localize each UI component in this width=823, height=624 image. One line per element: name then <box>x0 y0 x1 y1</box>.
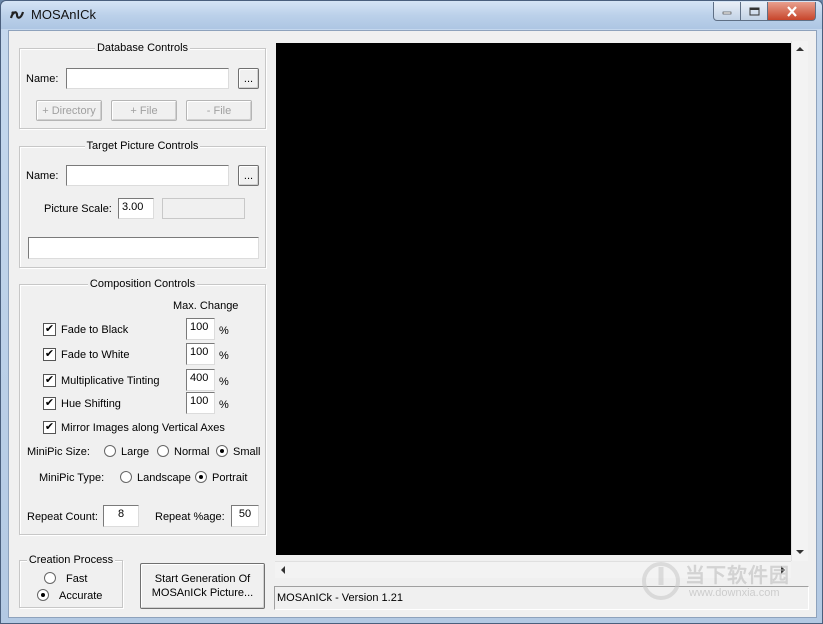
start-generation-line2: MOSAnICk Picture... <box>151 587 254 599</box>
start-generation-line1: Start Generation Of <box>154 573 251 585</box>
mirror-images-checkbox[interactable]: ✔ <box>43 421 56 434</box>
percent-sign: % <box>219 376 229 388</box>
fast-label: Fast <box>66 573 88 585</box>
hue-shifting-label: Hue Shifting <box>61 398 121 410</box>
multiplicative-tinting-checkbox[interactable]: ✔ <box>43 374 56 387</box>
fade-to-white-label: Fade to White <box>61 349 130 361</box>
composition-controls-group: Composition Controls Max. Change ✔ Fade … <box>19 278 266 535</box>
creation-process-group: Creation Process Fast Accurate <box>19 554 123 608</box>
percent-sign: % <box>219 325 229 337</box>
creation-process-title: Creation Process <box>26 554 116 566</box>
close-button[interactable] <box>768 2 816 21</box>
target-browse-button[interactable]: ... <box>238 165 259 186</box>
size-small-label: Small <box>233 446 261 458</box>
add-file-button[interactable]: + File <box>111 100 177 121</box>
maximize-icon <box>749 7 759 15</box>
mosaic-preview-canvas[interactable] <box>276 43 791 555</box>
minimize-icon <box>722 11 732 15</box>
picture-scale-label: Picture Scale: <box>44 203 112 215</box>
scroll-left-icon[interactable] <box>280 566 286 574</box>
title-bar[interactable]: MOSAnICk <box>1 1 822 29</box>
target-picture-controls-title: Target Picture Controls <box>84 140 201 152</box>
size-small-radio[interactable] <box>216 445 228 457</box>
hue-shifting-value[interactable]: 100 <box>186 392 215 414</box>
target-picture-controls-group: Target Picture Controls Name: ... Pictur… <box>19 140 266 268</box>
picture-scale-input[interactable]: 3.00 <box>118 198 154 219</box>
picture-scale-info-field <box>162 198 245 219</box>
composition-controls-title: Composition Controls <box>87 278 198 290</box>
accurate-label: Accurate <box>59 590 103 602</box>
database-controls-title: Database Controls <box>94 42 191 54</box>
vertical-scrollbar[interactable] <box>791 41 808 561</box>
target-info-field[interactable] <box>28 237 259 259</box>
close-icon <box>786 5 797 17</box>
multiplicative-tinting-value[interactable]: 400 <box>186 369 215 391</box>
multiplicative-tinting-label: Multiplicative Tinting <box>61 375 160 387</box>
database-controls-group: Database Controls Name: ... + Directory … <box>19 42 266 129</box>
size-normal-label: Normal <box>174 446 210 458</box>
size-large-label: Large <box>121 446 150 458</box>
repeat-count-label: Repeat Count: <box>27 511 98 523</box>
fade-to-black-value[interactable]: 100 <box>186 318 215 340</box>
repeat-count-input[interactable]: 8 <box>103 505 139 527</box>
mosaic-app-icon <box>9 11 25 19</box>
max-change-label: Max. Change <box>173 300 239 312</box>
status-bar: MOSAnICk - Version 1.21 <box>274 586 809 610</box>
accurate-radio[interactable] <box>37 589 49 601</box>
minipic-size-label: MiniPic Size: <box>27 446 90 458</box>
fast-radio[interactable] <box>44 572 56 584</box>
database-browse-button[interactable]: ... <box>238 68 259 89</box>
fade-to-black-label: Fade to Black <box>61 324 129 336</box>
repeat-percentage-input[interactable]: 50 <box>231 505 259 527</box>
repeat-percentage-label: Repeat %age: <box>155 511 225 523</box>
add-directory-button[interactable]: + Directory <box>36 100 102 121</box>
remove-file-button[interactable]: - File <box>186 100 252 121</box>
database-name-input[interactable] <box>66 68 229 89</box>
type-portrait-label: Portrait <box>212 472 248 484</box>
fade-to-white-checkbox[interactable]: ✔ <box>43 348 56 361</box>
fade-to-black-checkbox[interactable]: ✔ <box>43 323 56 336</box>
main-panel: Database Controls Name: ... + Directory … <box>8 30 817 618</box>
type-landscape-label: Landscape <box>137 472 191 484</box>
type-portrait-radio[interactable] <box>195 471 207 483</box>
scroll-right-icon[interactable] <box>780 566 786 574</box>
hue-shifting-checkbox[interactable]: ✔ <box>43 397 56 410</box>
app-window: MOSAnICk Database Controls Name: ... + D… <box>0 0 823 624</box>
database-name-label: Name: <box>26 73 59 85</box>
target-name-label: Name: <box>26 170 59 182</box>
mirror-images-label: Mirror Images along Vertical Axes <box>61 422 225 434</box>
percent-sign: % <box>219 399 229 411</box>
target-name-input[interactable] <box>66 165 229 186</box>
maximize-button[interactable] <box>741 2 768 21</box>
minimize-button[interactable] <box>713 2 741 21</box>
fade-to-white-value[interactable]: 100 <box>186 343 215 365</box>
window-title: MOSAnICk <box>31 7 97 22</box>
minipic-type-label: MiniPic Type: <box>39 472 105 484</box>
percent-sign: % <box>219 350 229 362</box>
scroll-down-icon[interactable] <box>796 549 804 555</box>
size-large-radio[interactable] <box>104 445 116 457</box>
start-generation-button[interactable]: Start Generation Of MOSAnICk Picture... <box>140 563 265 609</box>
type-landscape-radio[interactable] <box>120 471 132 483</box>
scroll-up-icon[interactable] <box>796 46 804 52</box>
size-normal-radio[interactable] <box>157 445 169 457</box>
horizontal-scrollbar[interactable] <box>275 561 791 578</box>
